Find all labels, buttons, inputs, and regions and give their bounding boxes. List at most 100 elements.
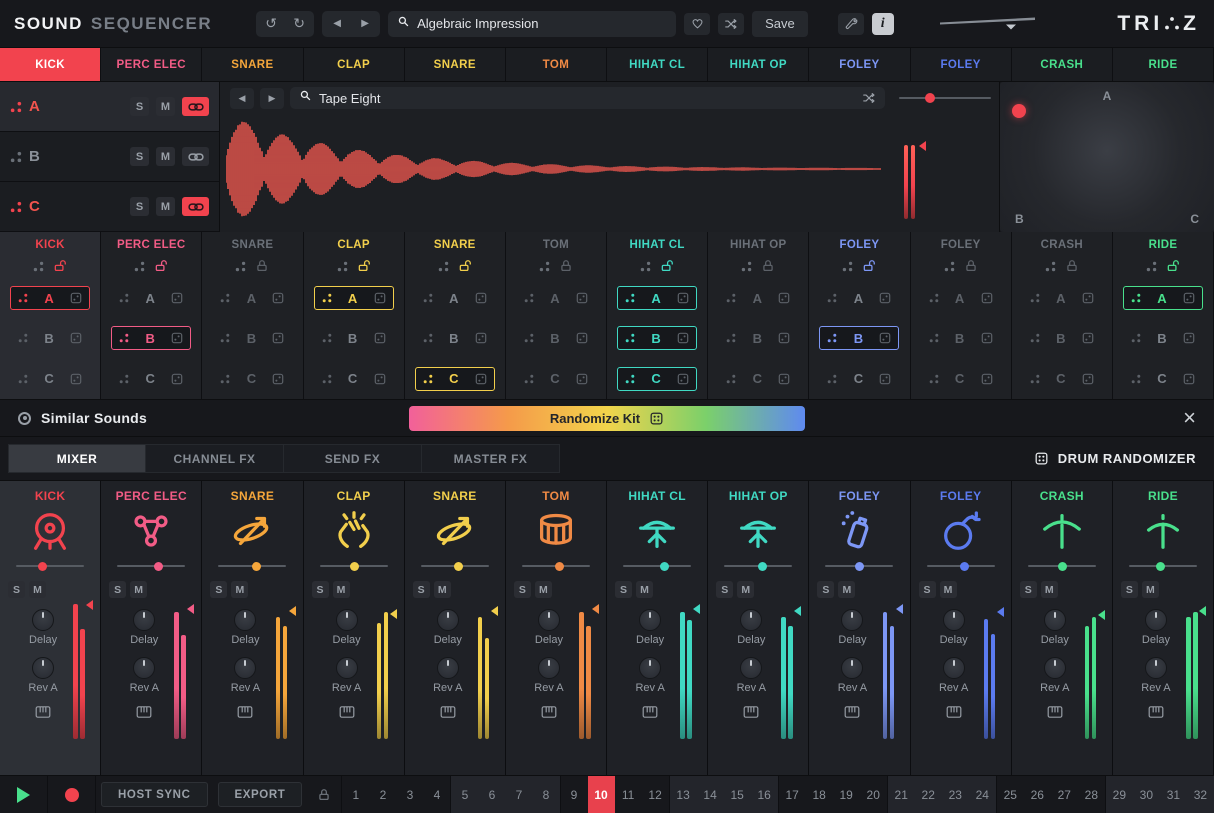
knob-dial[interactable]	[740, 609, 762, 631]
knob-dial[interactable]	[538, 657, 560, 679]
play-button[interactable]	[0, 776, 48, 813]
delay-knob[interactable]: Delay	[1041, 609, 1069, 646]
solo-button[interactable]: S	[8, 581, 25, 598]
track-tab-5-tom[interactable]: TOM	[506, 48, 607, 81]
master-volume-slider[interactable]	[940, 12, 1035, 35]
fx-tab-0-mixer[interactable]: MIXER	[8, 444, 146, 473]
solo-button[interactable]: S	[312, 581, 329, 598]
slider-handle[interactable]	[758, 562, 767, 571]
sound-cell-2-snare-c[interactable]: C	[212, 367, 292, 391]
sound-cell-6-hihat-cl-c[interactable]: C	[617, 367, 697, 391]
knob-dial[interactable]	[234, 657, 256, 679]
lock-icon[interactable]	[964, 259, 978, 273]
sound-cell-3-clap-b[interactable]: B	[314, 326, 394, 350]
randomize-kit-button[interactable]: Randomize Kit	[409, 406, 805, 431]
delay-knob[interactable]: Delay	[737, 609, 765, 646]
meter-marker[interactable]	[896, 604, 903, 614]
host-sync-button[interactable]: HOST SYNC	[101, 782, 208, 807]
channel-volume-slider[interactable]	[522, 560, 590, 572]
knob-dial[interactable]	[336, 657, 358, 679]
knob-dial[interactable]	[32, 609, 54, 631]
drum-randomizer[interactable]: DRUM RANDOMIZER	[1034, 451, 1214, 466]
layer-link-icon[interactable]	[182, 197, 209, 216]
output-icon[interactable]	[237, 705, 253, 719]
sound-cell-0-kick-b[interactable]: B	[10, 326, 90, 350]
preset-prev-button[interactable]: ◀	[324, 13, 350, 35]
meter-marker[interactable]	[491, 606, 498, 616]
mute-button[interactable]: M	[1142, 581, 1159, 598]
output-icon[interactable]	[1148, 705, 1164, 719]
delay-knob[interactable]: Delay	[231, 609, 259, 646]
step-28[interactable]: 28	[1078, 776, 1105, 813]
track-tab-3-clap[interactable]: CLAP	[304, 48, 405, 81]
channel-volume-slider[interactable]	[320, 560, 388, 572]
reverb-knob[interactable]: Rev A	[130, 657, 159, 694]
output-icon[interactable]	[946, 705, 962, 719]
sound-cell-5-tom-c[interactable]: C	[516, 367, 596, 391]
favorite-icon[interactable]	[684, 13, 710, 35]
reverb-knob[interactable]: Rev A	[737, 657, 766, 694]
solo-button[interactable]: S	[210, 581, 227, 598]
sound-cell-3-clap-c[interactable]: C	[314, 367, 394, 391]
channel-volume-slider[interactable]	[16, 560, 84, 572]
sound-cell-7-hihat-op-b[interactable]: B	[718, 326, 798, 350]
layer-row-b[interactable]: BSM	[0, 132, 219, 182]
step-24[interactable]: 24	[969, 776, 996, 813]
record-button[interactable]	[48, 776, 96, 813]
preset-search[interactable]	[388, 11, 676, 37]
sample-search[interactable]	[290, 87, 885, 109]
step-7[interactable]: 7	[505, 776, 532, 813]
track-tab-9-foley[interactable]: FOLEY	[911, 48, 1012, 81]
waveform-display[interactable]	[226, 111, 886, 229]
delay-knob[interactable]: Delay	[29, 609, 57, 646]
sound-cell-9-foley-b[interactable]: B	[921, 326, 1001, 350]
knob-dial[interactable]	[538, 609, 560, 631]
delay-knob[interactable]: Delay	[130, 609, 158, 646]
output-icon[interactable]	[743, 705, 759, 719]
slider-handle[interactable]	[154, 562, 163, 571]
solo-button[interactable]: S	[109, 581, 126, 598]
reverb-knob[interactable]: Rev A	[939, 657, 968, 694]
knob-dial[interactable]	[1044, 657, 1066, 679]
step-23[interactable]: 23	[942, 776, 969, 813]
reverb-knob[interactable]: Rev A	[1141, 657, 1170, 694]
slider-handle[interactable]	[925, 93, 935, 103]
sound-cell-8-foley-b[interactable]: B	[819, 326, 899, 350]
step-10[interactable]: 10	[588, 776, 615, 813]
layer-mute-button[interactable]: M	[156, 97, 175, 116]
output-icon[interactable]	[844, 705, 860, 719]
channel-volume-slider[interactable]	[1028, 560, 1096, 572]
reverb-knob[interactable]: Rev A	[838, 657, 867, 694]
track-tab-10-crash[interactable]: CRASH	[1012, 48, 1113, 81]
sound-cell-9-foley-c[interactable]: C	[921, 367, 1001, 391]
step-31[interactable]: 31	[1160, 776, 1187, 813]
knob-dial[interactable]	[1145, 609, 1167, 631]
slider-handle[interactable]	[1156, 562, 1165, 571]
output-icon[interactable]	[1047, 705, 1063, 719]
slider-handle[interactable]	[855, 562, 864, 571]
xy-pad-cursor[interactable]	[1012, 104, 1026, 118]
slider-handle[interactable]	[454, 562, 463, 571]
info-icon[interactable]: i	[872, 13, 894, 35]
sound-cell-3-clap-a[interactable]: A	[314, 286, 394, 310]
meter-marker[interactable]	[390, 609, 397, 619]
step-1[interactable]: 1	[341, 776, 369, 813]
meter-marker[interactable]	[1098, 610, 1105, 620]
track-tab-11-ride[interactable]: RIDE	[1113, 48, 1214, 81]
redo-button[interactable]: ↻	[286, 13, 312, 35]
sound-dots-icon[interactable]	[640, 261, 651, 272]
lock-icon[interactable]	[761, 259, 775, 273]
knob-dial[interactable]	[437, 609, 459, 631]
step-16[interactable]: 16	[751, 776, 778, 813]
meter-marker[interactable]	[997, 607, 1004, 617]
knob-dial[interactable]	[740, 657, 762, 679]
undo-button[interactable]: ↺	[258, 13, 284, 35]
track-tab-1-perc-elec[interactable]: PERC ELEC	[101, 48, 202, 81]
slider-handle[interactable]	[252, 562, 261, 571]
channel-volume-slider[interactable]	[724, 560, 792, 572]
channel-volume-slider[interactable]	[825, 560, 893, 572]
sound-cell-1-perc-elec-a[interactable]: A	[111, 286, 191, 310]
reverb-knob[interactable]: Rev A	[433, 657, 462, 694]
unlock-icon[interactable]	[458, 259, 472, 273]
sound-cell-4-snare-a[interactable]: A	[415, 286, 495, 310]
